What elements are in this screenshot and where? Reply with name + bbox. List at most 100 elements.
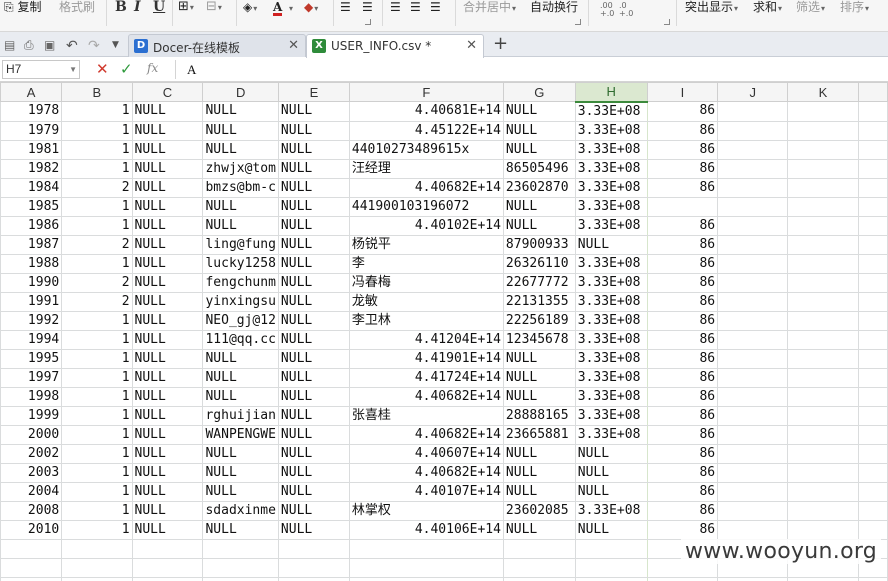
cell-j[interactable]	[717, 500, 789, 521]
cell-h[interactable]: NULL	[574, 443, 648, 464]
cell-c[interactable]: NULL	[131, 348, 204, 369]
empty-cell[interactable]	[202, 538, 279, 559]
cell-j[interactable]	[717, 386, 789, 407]
cell-a[interactable]: 1990	[0, 272, 63, 293]
cell-f[interactable]: 林掌权	[348, 500, 504, 521]
empty-cell[interactable]	[61, 576, 133, 581]
cell-a[interactable]: 1994	[0, 329, 63, 350]
cell-k[interactable]	[787, 177, 859, 198]
group-expand-icon[interactable]	[365, 19, 371, 25]
cell-e[interactable]: NULL	[277, 424, 350, 445]
cell-g[interactable]: NULL	[502, 120, 576, 141]
cell-d[interactable]: NEO_gj@12	[202, 310, 279, 331]
cell-g[interactable]: NULL	[502, 367, 576, 388]
spreadsheet-grid[interactable]: ABCDEFGHIJK 1978 1 NULL NULL NULL 4.40681E+14…	[0, 82, 888, 581]
cell-b[interactable]: 1	[61, 386, 133, 407]
cell-g[interactable]: 26326110	[502, 253, 576, 274]
cell-i[interactable]: 86	[646, 291, 719, 312]
cell-f[interactable]: 4.40102E+14	[348, 215, 504, 236]
cell-d[interactable]: 111@qq.cc	[202, 329, 279, 350]
cell-a[interactable]: 1981	[0, 139, 63, 160]
cell-f[interactable]: 李卫林	[348, 310, 504, 331]
empty-cell[interactable]	[502, 576, 576, 581]
font-color-dropdown-icon[interactable]: ▾	[288, 0, 293, 14]
cell-c[interactable]: NULL	[131, 329, 204, 350]
empty-cell[interactable]	[0, 538, 63, 559]
cell-b[interactable]: 1	[61, 443, 133, 464]
cell-g[interactable]: NULL	[502, 139, 576, 160]
cell-b[interactable]: 2	[61, 234, 133, 255]
close-icon[interactable]: ✕	[466, 38, 477, 53]
empty-cell[interactable]	[277, 557, 350, 578]
cell-h[interactable]: 3.33E+08	[574, 139, 648, 160]
cell-d[interactable]: WANPENGWE	[202, 424, 279, 445]
cell-i[interactable]: 86	[646, 272, 719, 293]
group-expand-icon[interactable]	[575, 19, 581, 25]
cell-h[interactable]: 3.33E+08	[574, 291, 648, 312]
cell-c[interactable]: NULL	[131, 177, 204, 198]
empty-cell[interactable]	[857, 576, 888, 581]
wrap-text-button[interactable]: 自动换行	[530, 0, 578, 14]
cell-j[interactable]	[717, 310, 789, 331]
cell-j[interactable]	[717, 367, 789, 388]
cell-d[interactable]: NULL	[202, 386, 279, 407]
cell-f[interactable]: 4.40106E+14	[348, 519, 504, 540]
cell-k[interactable]	[787, 443, 859, 464]
cell-k[interactable]	[787, 272, 859, 293]
cell-i[interactable]: 86	[646, 462, 719, 483]
cancel-icon[interactable]: ✕	[96, 60, 109, 78]
cell-e[interactable]: NULL	[277, 234, 350, 255]
cell-c[interactable]: NULL	[131, 424, 204, 445]
cell-f[interactable]: 龙敏	[348, 291, 504, 312]
cell-b[interactable]: 1	[61, 310, 133, 331]
cell-d[interactable]: NULL	[202, 101, 279, 122]
cell-h[interactable]: NULL	[574, 234, 648, 255]
cell-j[interactable]	[717, 329, 789, 350]
cell-f[interactable]: 4.45122E+14	[348, 120, 504, 141]
cell-k[interactable]	[787, 329, 859, 350]
empty-cell[interactable]	[131, 557, 204, 578]
fill-color-icon[interactable]: ◈▾	[243, 0, 257, 14]
empty-cell[interactable]	[131, 576, 204, 581]
cell-a[interactable]: 2004	[0, 481, 63, 502]
cell-e[interactable]: NULL	[277, 196, 350, 217]
cell-k[interactable]	[787, 462, 859, 483]
cell-k[interactable]	[787, 348, 859, 369]
cell-e[interactable]: NULL	[277, 139, 350, 160]
cell-k[interactable]	[787, 481, 859, 502]
merge-center-button[interactable]: 合并居中▾	[463, 0, 516, 14]
cell-e[interactable]: NULL	[277, 329, 350, 350]
cell-f[interactable]: 张喜桂	[348, 405, 504, 426]
column-header-h[interactable]: H	[574, 82, 648, 103]
cell-d[interactable]: rghuijian	[202, 405, 279, 426]
formula-input[interactable]: A	[175, 60, 886, 79]
cell-e[interactable]: NULL	[277, 272, 350, 293]
cell-f[interactable]: 4.41724E+14	[348, 367, 504, 388]
cell-i[interactable]: 86	[646, 500, 719, 521]
cell-h[interactable]: 3.33E+08	[574, 120, 648, 141]
empty-cell[interactable]	[202, 576, 279, 581]
cell-h[interactable]: 3.33E+08	[574, 386, 648, 407]
cell-e[interactable]: NULL	[277, 120, 350, 141]
cell-i[interactable]: 86	[646, 139, 719, 160]
empty-cell[interactable]	[0, 576, 63, 581]
cell-j[interactable]	[717, 177, 789, 198]
cell-k[interactable]	[787, 234, 859, 255]
cell-k[interactable]	[787, 424, 859, 445]
cell-c[interactable]: NULL	[131, 272, 204, 293]
cell-f[interactable]: 李	[348, 253, 504, 274]
sum-button[interactable]: 求和▾	[753, 0, 782, 14]
sort-button[interactable]: 排序▾	[840, 0, 869, 14]
cell-i[interactable]: 86	[646, 310, 719, 331]
cell-d[interactable]: NULL	[202, 196, 279, 217]
borders-icon[interactable]: ⊞▾	[178, 0, 194, 14]
cell-e[interactable]: NULL	[277, 348, 350, 369]
cell-j[interactable]	[717, 253, 789, 274]
cell-b[interactable]: 2	[61, 272, 133, 293]
cell-h[interactable]: NULL	[574, 481, 648, 502]
cell-k[interactable]	[787, 386, 859, 407]
empty-cell[interactable]	[277, 576, 350, 581]
cell-h[interactable]: 3.33E+08	[574, 367, 648, 388]
quick-access-menu-icon[interactable]: ▼	[112, 40, 126, 54]
cell-f[interactable]: 杨锐平	[348, 234, 504, 255]
